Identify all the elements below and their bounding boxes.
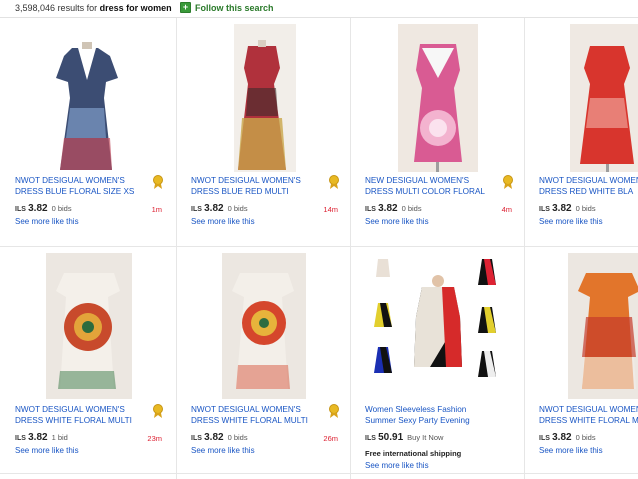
bid-count: 0 bids xyxy=(401,204,422,213)
results-summary: 3,598,046 results for dress for women xyxy=(15,0,172,17)
listing-price: ILS 3.82 0 bids xyxy=(365,203,422,214)
listing-image[interactable] xyxy=(0,247,174,403)
listing-title[interactable]: NWOT DESIGUAL WOMEN'S DRESS RED WHITE BL… xyxy=(539,175,638,197)
time-left: 26m xyxy=(323,434,338,443)
price-amount: 3.82 xyxy=(378,203,398,214)
listing-card[interactable]: NWOT DESIGUAL WOMEN'S DRESS BLUE FLORAL … xyxy=(0,18,174,246)
currency: ILS xyxy=(15,206,26,213)
currency: ILS xyxy=(365,435,376,442)
bid-count: 0 bids xyxy=(51,204,72,213)
listing-title[interactable]: NWOT DESIGUAL WOMEN'S DRESS WHITE FLORAL… xyxy=(191,404,321,426)
follow-search-label: Follow this search xyxy=(195,3,274,13)
price-amount: 3.82 xyxy=(552,432,572,443)
listing-card[interactable]: Women Sleeveless Fashion Summer Sexy Par… xyxy=(350,247,524,475)
results-count: 3,598,046 xyxy=(15,3,56,13)
time-left: 4m xyxy=(501,205,512,214)
see-more-link[interactable]: See more like this xyxy=(365,217,429,226)
results-header: 3,598,046 results for dress for women + F… xyxy=(0,0,638,18)
bid-count: 0 bids xyxy=(227,433,248,442)
currency: ILS xyxy=(365,206,376,213)
listing-price: ILS 3.82 0 bids xyxy=(539,432,596,443)
see-more-link[interactable]: See more like this xyxy=(365,461,429,470)
listing-image[interactable] xyxy=(176,18,350,174)
price-amount: 3.82 xyxy=(28,432,48,443)
price-amount: 50.91 xyxy=(378,432,404,443)
listing-title[interactable]: NEW DESIGUAL WOMEN'S DRESS MULTI COLOR F… xyxy=(365,175,495,197)
price-amount: 3.82 xyxy=(552,203,572,214)
listing-image[interactable] xyxy=(0,18,174,174)
currency: ILS xyxy=(15,435,26,442)
listing-card[interactable]: NWOT DESIGUAL WOMEN'S DRESS RED WHITE BL… xyxy=(524,18,638,246)
listing-image[interactable] xyxy=(176,247,350,403)
plus-icon: + xyxy=(180,2,191,14)
price-amount: 3.82 xyxy=(28,203,48,214)
results-grid: NWOT DESIGUAL WOMEN'S DRESS BLUE FLORAL … xyxy=(0,18,638,479)
dress-image xyxy=(222,253,306,399)
listing-title[interactable]: NWOT DESIGUAL WOMEN'S DRESS BLUE RED MUL… xyxy=(191,175,321,197)
listing-image[interactable] xyxy=(350,247,524,403)
dress-image xyxy=(234,24,296,172)
listing-price: ILS 3.82 0 bids xyxy=(191,432,248,443)
listing-price: ILS 3.82 1 bid xyxy=(15,432,68,443)
listing-card[interactable]: NWOT DESIGUAL WOMEN'S DRESS WHITE FLORAL… xyxy=(0,247,174,475)
dress-image xyxy=(570,24,638,172)
dress-collage-image xyxy=(368,253,506,399)
listing-card[interactable]: NEW DESIGUAL WOMEN'S DRESS MULTI COLOR F… xyxy=(350,18,524,246)
listing-card[interactable]: NWOT DESIGUAL WOMEN'S DRESS WHITE FLORAL… xyxy=(524,247,638,475)
top-rated-seller-icon xyxy=(152,404,164,423)
listing-title[interactable]: NWOT DESIGUAL WOMEN'S DRESS WHITE FLORAL… xyxy=(539,404,638,426)
listing-price: ILS 3.82 0 bids xyxy=(191,203,248,214)
bid-count: 0 bids xyxy=(227,204,248,213)
listing-title[interactable]: NWOT DESIGUAL WOMEN'S DRESS WHITE FLORAL… xyxy=(15,404,145,426)
currency: ILS xyxy=(191,435,202,442)
see-more-link[interactable]: See more like this xyxy=(191,217,255,226)
time-left: 23m xyxy=(147,434,162,443)
dress-image xyxy=(398,24,478,172)
results-text: results for xyxy=(57,3,98,13)
listing-card[interactable]: NWOT DESIGUAL WOMEN'S DRESS BLUE RED MUL… xyxy=(176,18,350,246)
listing-title[interactable]: NWOT DESIGUAL WOMEN'S DRESS BLUE FLORAL … xyxy=(15,175,145,197)
time-left: 14m xyxy=(323,205,338,214)
search-query: dress for women xyxy=(99,3,172,13)
see-more-link[interactable]: See more like this xyxy=(539,446,603,455)
listing-image[interactable] xyxy=(524,247,638,403)
see-more-link[interactable]: See more like this xyxy=(191,446,255,455)
top-rated-seller-icon xyxy=(502,175,514,194)
listing-image[interactable] xyxy=(524,18,638,174)
listing-image[interactable] xyxy=(350,18,524,174)
dress-image xyxy=(46,253,132,399)
time-left: 1m xyxy=(151,205,162,214)
currency: ILS xyxy=(539,206,550,213)
bid-count: 0 bids xyxy=(575,204,596,213)
buy-it-now-label: Buy It Now xyxy=(407,433,444,442)
listing-title[interactable]: Women Sleeveless Fashion Summer Sexy Par… xyxy=(365,404,495,426)
currency: ILS xyxy=(539,435,550,442)
currency: ILS xyxy=(191,206,202,213)
price-amount: 3.82 xyxy=(204,203,224,214)
see-more-link[interactable]: See more like this xyxy=(15,446,79,455)
bid-count: 1 bid xyxy=(51,433,68,442)
see-more-link[interactable]: See more like this xyxy=(15,217,79,226)
dress-image xyxy=(56,42,118,170)
see-more-link[interactable]: See more like this xyxy=(539,217,603,226)
top-rated-seller-icon xyxy=(152,175,164,194)
listing-price: ILS 50.91 Buy It Now xyxy=(365,432,443,443)
listing-price: ILS 3.82 0 bids xyxy=(539,203,596,214)
listing-card[interactable]: NWOT DESIGUAL WOMEN'S DRESS WHITE FLORAL… xyxy=(176,247,350,475)
dress-image xyxy=(568,253,638,399)
listing-price: ILS 3.82 0 bids xyxy=(15,203,72,214)
bid-count: 0 bids xyxy=(575,433,596,442)
top-rated-seller-icon xyxy=(328,404,340,423)
shipping-info: Free international shipping xyxy=(365,449,462,458)
top-rated-seller-icon xyxy=(328,175,340,194)
follow-search-link[interactable]: + Follow this search xyxy=(180,0,274,17)
price-amount: 3.82 xyxy=(204,432,224,443)
